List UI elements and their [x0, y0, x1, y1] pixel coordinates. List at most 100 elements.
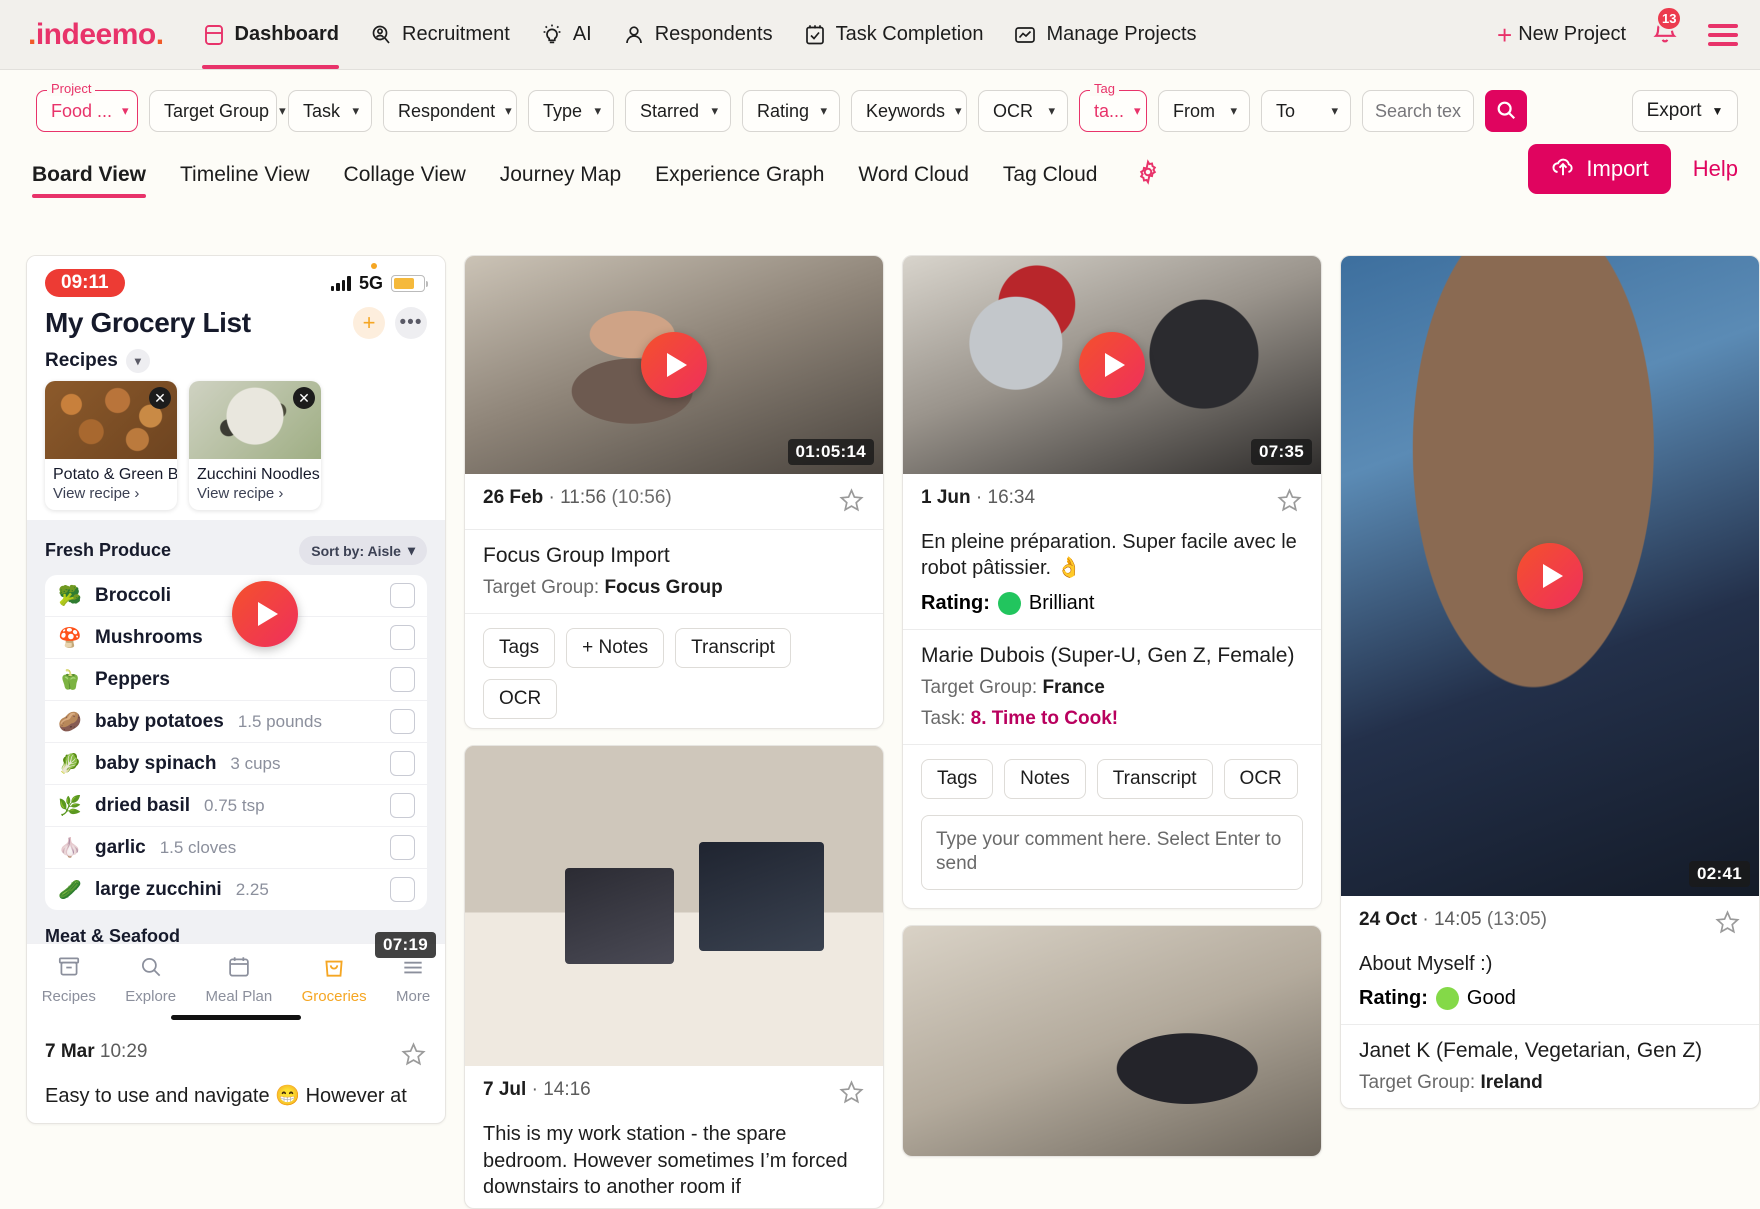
- phone-tab-recipes[interactable]: Recipes: [42, 954, 96, 1005]
- phone-tab-meal-plan[interactable]: Meal Plan: [206, 954, 272, 1005]
- to-date-filter-select[interactable]: To ▾: [1261, 90, 1351, 132]
- star-icon[interactable]: [400, 1041, 427, 1073]
- view-recipe-link[interactable]: View recipe ›: [45, 485, 177, 510]
- card-janet-k[interactable]: 02:41 24 Oct · 14:05 (13:05) About Mysel…: [1340, 255, 1760, 1110]
- list-item[interactable]: 🌿 dried basil 0.75 tsp: [45, 785, 427, 827]
- tab-timeline-view[interactable]: Timeline View: [180, 163, 310, 198]
- star-icon[interactable]: [1276, 487, 1303, 519]
- tab-word-cloud[interactable]: Word Cloud: [858, 163, 969, 198]
- close-icon[interactable]: ✕: [149, 387, 171, 409]
- menu-hamburger-icon[interactable]: [1704, 20, 1742, 50]
- comment-input[interactable]: Type your comment here. Select Enter to …: [921, 814, 1303, 891]
- card-workstation[interactable]: 7 Jul · 14:16 This is my work station - …: [464, 745, 884, 1209]
- transcript-button[interactable]: Transcript: [675, 628, 791, 668]
- gear-icon[interactable]: [1135, 159, 1161, 198]
- target-group-row: Target Group: Ireland: [1359, 1072, 1741, 1094]
- play-button[interactable]: [1079, 332, 1145, 398]
- tab-board-view[interactable]: Board View: [32, 163, 146, 198]
- item-checkbox[interactable]: [390, 793, 415, 818]
- item-checkbox[interactable]: [390, 583, 415, 608]
- list-item[interactable]: 🧄 garlic 1.5 cloves: [45, 827, 427, 869]
- phone-tab-groceries[interactable]: Groceries: [302, 954, 367, 1005]
- play-button[interactable]: [1517, 543, 1583, 609]
- star-icon[interactable]: [1714, 909, 1741, 941]
- rating-filter-select[interactable]: Rating ▾: [742, 90, 840, 132]
- tags-button[interactable]: Tags: [483, 628, 556, 668]
- transcript-button[interactable]: Transcript: [1096, 758, 1213, 799]
- task-filter-select[interactable]: Task ▾: [288, 90, 372, 132]
- tab-experience-graph[interactable]: Experience Graph: [655, 163, 824, 198]
- search-button[interactable]: [1485, 90, 1527, 132]
- nav-item-task-completion[interactable]: Task Completion: [803, 0, 983, 69]
- tab-tag-cloud[interactable]: Tag Cloud: [1003, 163, 1098, 198]
- starred-filter-select[interactable]: Starred ▾: [625, 90, 731, 132]
- list-item[interactable]: 🫑 Peppers: [45, 659, 427, 701]
- target-group-filter-select[interactable]: Target Group ▾: [149, 90, 286, 132]
- phone-tab-explore[interactable]: Explore: [125, 954, 176, 1005]
- sort-by-dropdown[interactable]: Sort by: Aisle ▾: [299, 536, 427, 565]
- item-checkbox[interactable]: [390, 877, 415, 902]
- card-grocery-screen-recording[interactable]: 09:11 5G My Grocery List + ••• Recipes ▾…: [26, 255, 446, 1125]
- add-notes-button[interactable]: + Notes: [566, 628, 665, 668]
- ocr-button[interactable]: OCR: [1223, 758, 1298, 799]
- export-button[interactable]: Export ▼: [1632, 90, 1738, 132]
- project-filter-select[interactable]: Project Food ... ▾: [36, 81, 138, 132]
- recipes-section-label[interactable]: Recipes ▾: [27, 341, 445, 379]
- close-icon[interactable]: ✕: [293, 387, 315, 409]
- tags-button[interactable]: Tags: [921, 758, 994, 799]
- add-item-button[interactable]: +: [353, 307, 385, 339]
- card-focus-group-import[interactable]: 01:05:14 26 Feb · 11:56 (10:56) Focus Gr…: [464, 255, 884, 730]
- help-link[interactable]: Help: [1693, 156, 1738, 182]
- tab-collage-view[interactable]: Collage View: [344, 163, 466, 198]
- search-input[interactable]: [1362, 90, 1474, 132]
- item-checkbox[interactable]: [390, 625, 415, 650]
- tag-filter-select[interactable]: Tag ta... ▾: [1079, 81, 1147, 132]
- recipe-card[interactable]: ✕ Potato & Green Be... View recipe ›: [45, 381, 177, 510]
- notifications-button[interactable]: 13: [1648, 6, 1683, 54]
- task-value[interactable]: 8. Time to Cook!: [971, 708, 1118, 729]
- import-button[interactable]: Import: [1528, 144, 1671, 194]
- photo-thumbnail-printer[interactable]: [903, 926, 1321, 1157]
- nav-item-recruitment[interactable]: Recruitment: [369, 0, 510, 69]
- more-options-button[interactable]: •••: [395, 307, 427, 339]
- app-logo[interactable]: .indeemo.: [28, 18, 164, 52]
- respondent-filter-select[interactable]: Respondent ▾: [383, 90, 517, 132]
- section-title: Fresh Produce: [45, 540, 172, 560]
- list-item[interactable]: 🥬 baby spinach 3 cups: [45, 743, 427, 785]
- card-printer-photo[interactable]: [902, 925, 1322, 1158]
- nav-item-manage-projects[interactable]: Manage Projects: [1013, 0, 1197, 69]
- star-icon[interactable]: [838, 1079, 865, 1111]
- nav-item-ai[interactable]: AI: [540, 0, 592, 69]
- video-thumbnail-woman[interactable]: 02:41: [1341, 256, 1759, 896]
- play-button[interactable]: [641, 332, 707, 398]
- type-filter-select[interactable]: Type ▾: [528, 90, 614, 132]
- new-project-button[interactable]: + New Project: [1497, 22, 1626, 48]
- tab-journey-map[interactable]: Journey Map: [500, 163, 621, 198]
- item-checkbox[interactable]: [390, 835, 415, 860]
- recipe-card[interactable]: ✕ Zucchini Noodles... View recipe ›: [189, 381, 321, 510]
- keywords-filter-select[interactable]: Keywords ▾: [851, 90, 967, 132]
- video-thumbnail-man[interactable]: 01:05:14: [465, 256, 883, 474]
- item-checkbox[interactable]: [390, 667, 415, 692]
- phone-screenshot-media[interactable]: 09:11 5G My Grocery List + ••• Recipes ▾…: [27, 256, 445, 1028]
- video-thumbnail-kitchen[interactable]: 07:35: [903, 256, 1321, 474]
- notes-button[interactable]: Notes: [1004, 758, 1086, 799]
- ocr-button[interactable]: OCR: [483, 679, 558, 719]
- ocr-filter-select[interactable]: OCR ▾: [978, 90, 1068, 132]
- list-item[interactable]: 🥔 baby potatoes 1.5 pounds: [45, 701, 427, 743]
- photo-thumbnail-desk[interactable]: [465, 746, 883, 1067]
- video-duration-badge: 02:41: [1689, 861, 1750, 887]
- rating-emoji-icon: [997, 591, 1021, 615]
- from-date-filter-select[interactable]: From ▾: [1158, 90, 1250, 132]
- item-name: Mushrooms: [95, 626, 203, 648]
- phone-tab-more[interactable]: More: [396, 954, 430, 1005]
- play-button[interactable]: [232, 581, 298, 647]
- view-recipe-link[interactable]: View recipe ›: [189, 485, 321, 510]
- star-icon[interactable]: [838, 487, 865, 519]
- nav-item-dashboard[interactable]: Dashboard: [201, 0, 340, 69]
- card-marie-dubois[interactable]: 07:35 1 Jun · 16:34 En pleine préparatio…: [902, 255, 1322, 910]
- item-checkbox[interactable]: [390, 709, 415, 734]
- list-item[interactable]: 🥒 large zucchini 2.25: [45, 869, 427, 910]
- item-checkbox[interactable]: [390, 751, 415, 776]
- nav-item-respondents[interactable]: Respondents: [622, 0, 773, 69]
